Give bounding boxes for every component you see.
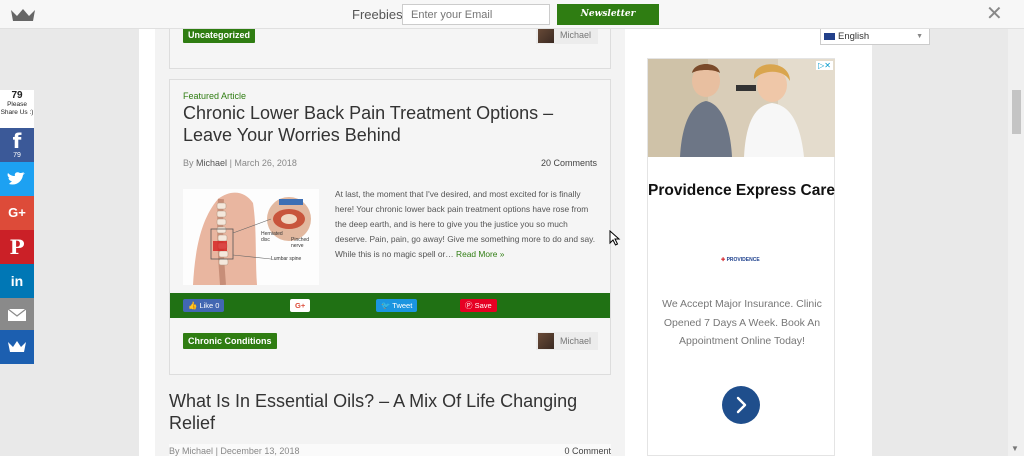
thumbs-up-icon: 👍 xyxy=(188,301,198,310)
logo-text: PROVIDENCE xyxy=(726,257,760,263)
post-title[interactable]: Chronic Lower Back Pain Treatment Option… xyxy=(183,102,593,146)
byline-date: | December 13, 2018 xyxy=(215,446,300,456)
uk-flag-icon xyxy=(824,33,835,40)
comments-link[interactable]: 20 Comments xyxy=(541,158,597,168)
envelope-icon xyxy=(7,308,27,321)
share-label: Please Share Us :) xyxy=(0,101,34,116)
share-counter: 79 Please Share Us :) xyxy=(0,90,34,128)
facebook-like-button[interactable]: 👍 Like 0 xyxy=(183,299,225,312)
pinterest-icon: P xyxy=(9,235,25,259)
crown-share-button[interactable] xyxy=(0,330,34,364)
crown-icon xyxy=(8,341,26,352)
ad-body: We Accept Major Insurance. Clinic Opened… xyxy=(662,298,822,347)
pinterest-save-button[interactable]: Ⓟ Save xyxy=(460,299,497,312)
linkedin-icon: in xyxy=(10,273,24,289)
post-thumbnail[interactable]: Herniated disc Pinched nerve Lumbar spin… xyxy=(183,189,319,285)
post-excerpt: At last, the moment that I've desired, a… xyxy=(335,187,600,262)
avatar xyxy=(538,27,554,43)
facebook-icon: f xyxy=(12,129,22,153)
facebook-share-button[interactable]: f 79 xyxy=(0,128,34,162)
pinterest-icon: Ⓟ xyxy=(465,301,473,310)
pinterest-share-button[interactable]: P xyxy=(0,230,34,264)
ad-title[interactable]: Providence Express Care xyxy=(648,179,835,203)
language-value: English xyxy=(838,31,870,42)
google-plus-button[interactable]: G+ xyxy=(290,299,311,312)
email-share-button[interactable] xyxy=(0,298,34,332)
mouse-cursor-icon xyxy=(609,230,621,246)
close-icon[interactable]: ✕ xyxy=(986,4,1003,24)
comments-link[interactable]: 0 Comment xyxy=(564,446,611,456)
share-bar: 👍 Like 0 G+ 🐦 Tweet Ⓟ Save xyxy=(170,293,610,318)
linkedin-share-button[interactable]: in xyxy=(0,264,34,298)
sidebar-ad[interactable]: ▷✕ Providence Express Care ✚ PROVIDENCE … xyxy=(647,58,835,456)
newsletter-button[interactable]: Newsletter xyxy=(557,4,659,25)
twitter-share-button[interactable] xyxy=(0,162,34,196)
category-tag[interactable]: Uncategorized xyxy=(183,27,256,43)
ad-photo[interactable]: ▷✕ xyxy=(648,59,835,157)
ad-go-button[interactable] xyxy=(722,386,760,424)
tweet-button[interactable]: 🐦 Tweet xyxy=(376,299,418,312)
author-chip[interactable]: Michael xyxy=(536,332,599,350)
providence-logo: ✚ PROVIDENCE xyxy=(721,257,760,263)
adchoices-icon[interactable]: ▷✕ xyxy=(816,61,833,70)
twitter-bird-icon: 🐦 xyxy=(381,301,391,310)
byline-author[interactable]: Michael xyxy=(196,158,227,168)
facebook-count: 79 xyxy=(13,152,21,159)
author-name: Michael xyxy=(560,336,592,346)
image-label-lumbar: Lumbar spine xyxy=(271,256,302,262)
author-name: Michael xyxy=(560,30,592,40)
byline-author[interactable]: Michael xyxy=(182,446,213,456)
previous-post-card: Uncategorized Michael xyxy=(169,26,611,69)
read-more-link[interactable]: Read More » xyxy=(456,249,504,259)
crown-icon xyxy=(11,9,35,21)
category-tag[interactable]: Chronic Conditions xyxy=(183,333,277,349)
save-label: Save xyxy=(474,301,492,310)
featured-eyebrow: Featured Article xyxy=(183,91,247,101)
like-label: Like 0 xyxy=(199,301,220,310)
top-bar: Freebies Newsletter ✕ xyxy=(0,0,1024,29)
post-byline: By Michael | March 26, 2018 xyxy=(183,158,297,168)
chevron-down-icon: ▼ xyxy=(916,33,923,40)
doctor-child-image xyxy=(648,59,835,157)
google-plus-share-button[interactable]: G+ xyxy=(0,196,34,230)
featured-post-card: Featured Article Chronic Lower Back Pain… xyxy=(169,79,611,375)
avatar xyxy=(538,333,554,349)
next-post-title[interactable]: What Is In Essential Oils? – A Mix Of Li… xyxy=(169,390,609,434)
next-post-byline: By Michael | December 13, 2018 0 Comment xyxy=(169,444,611,456)
language-select[interactable]: English ▼ xyxy=(820,28,930,45)
freebies-label: Freebies xyxy=(352,7,403,22)
scroll-down-arrow[interactable]: ▼ xyxy=(1011,444,1019,453)
byline-prefix: By xyxy=(183,158,194,168)
tweet-label: Tweet xyxy=(392,301,413,310)
byline-date: | March 26, 2018 xyxy=(229,158,297,168)
email-field[interactable] xyxy=(402,4,550,25)
scrollbar-thumb[interactable] xyxy=(1012,90,1021,134)
google-plus-icon: G+ xyxy=(8,205,26,220)
share-count: 79 xyxy=(11,90,23,101)
image-label-pinched: Pinched nerve xyxy=(291,237,310,249)
twitter-icon xyxy=(7,172,25,185)
image-label-herniated: Herniated disc xyxy=(261,231,283,243)
chevron-right-icon xyxy=(736,396,747,414)
byline-prefix: By xyxy=(169,446,180,456)
logo-mark-icon: ✚ xyxy=(721,257,726,263)
